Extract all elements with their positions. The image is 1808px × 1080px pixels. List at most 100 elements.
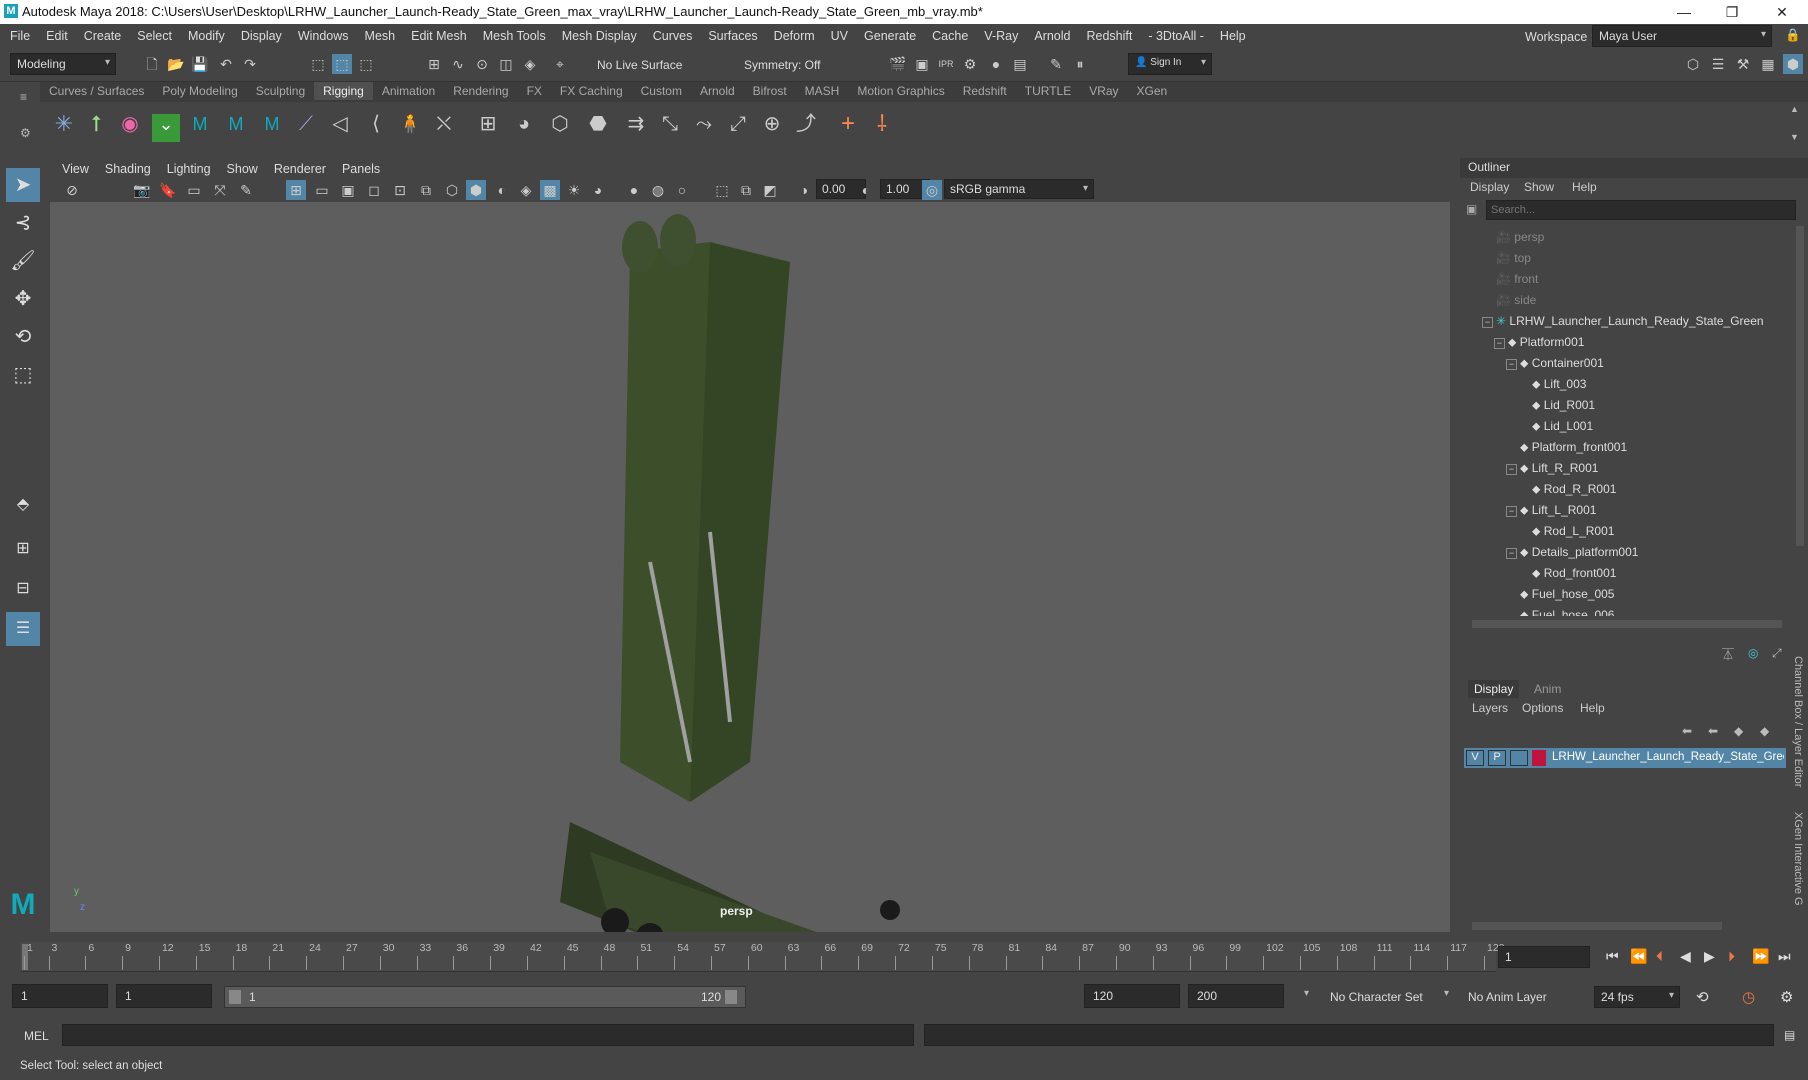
outliner-item-side[interactable]: 🎥 side bbox=[1496, 293, 1536, 314]
outliner-item-lift-r-r001[interactable]: ⬥ Lift_R_R001 bbox=[1520, 461, 1598, 482]
paint-select-icon[interactable]: 🖌 bbox=[6, 244, 40, 278]
humanik-icon[interactable]: ⟋ bbox=[292, 114, 320, 142]
snap-curve-icon[interactable]: ∿ bbox=[448, 54, 468, 74]
outliner-item-platform001[interactable]: ⬥ Platform001 bbox=[1508, 335, 1584, 356]
go-to-end-icon[interactable]: ⏭ bbox=[1778, 948, 1791, 965]
new-scene-icon[interactable]: 🗋 bbox=[142, 54, 162, 74]
viewport-menu-lighting[interactable]: Lighting bbox=[167, 162, 211, 176]
channel-box-icon-2[interactable]: ◎ bbox=[1748, 646, 1758, 660]
cluster-icon[interactable]: ⬡ bbox=[546, 114, 574, 142]
parent-constraint-icon[interactable]: ⇉ bbox=[622, 114, 650, 142]
isolate-select-icon[interactable]: ⬚ bbox=[712, 180, 732, 200]
rotate-tool-icon[interactable]: ⟲ bbox=[6, 320, 40, 354]
joint-tool-icon[interactable]: ✳ bbox=[50, 113, 78, 142]
new-layer-icon[interactable]: ◆ bbox=[1734, 724, 1743, 738]
viewport-menu-view[interactable]: View bbox=[62, 162, 89, 176]
outliner-item-platform-front001[interactable]: ⬥ Platform_front001 bbox=[1520, 440, 1627, 461]
shelf-tab-curves-surfaces[interactable]: Curves / Surfaces bbox=[40, 82, 153, 100]
layer-menu-options[interactable]: Options bbox=[1522, 701, 1563, 715]
layer-playback-toggle[interactable]: P bbox=[1488, 750, 1506, 766]
shadows-icon[interactable]: ◕ bbox=[588, 180, 608, 200]
maximize-button[interactable]: ❐ bbox=[1710, 0, 1754, 24]
current-frame-field[interactable]: 1 bbox=[1498, 946, 1590, 968]
collapse-toggle[interactable]: − bbox=[1482, 317, 1493, 328]
range-slider-bar[interactable]: 1 120 bbox=[224, 986, 746, 1008]
menu-uv[interactable]: UV bbox=[831, 29, 848, 43]
render-frame-icon[interactable]: ▣ bbox=[912, 54, 932, 74]
paint-weights-icon[interactable]: ◉ bbox=[116, 114, 144, 142]
layer-move-up-icon[interactable]: ⬅ bbox=[1682, 724, 1692, 738]
redshift-render-icon[interactable]: ✎ bbox=[1046, 54, 1066, 74]
lock-icon[interactable]: 🔒 bbox=[1785, 28, 1801, 43]
film-gate-icon[interactable]: ▭ bbox=[312, 180, 332, 200]
snap-view-icon[interactable]: ◫ bbox=[496, 54, 516, 74]
script-editor-icon[interactable]: ▤ bbox=[1784, 1028, 1795, 1042]
shelf-tab-bifrost[interactable]: Bifrost bbox=[744, 82, 796, 100]
outliner-item-top[interactable]: 🎥 top bbox=[1496, 251, 1531, 272]
layer-row[interactable]: V P LRHW_Launcher_Launch_Ready_State_Gre… bbox=[1464, 748, 1786, 768]
layer-move-down-icon[interactable]: ⬅ bbox=[1708, 724, 1718, 738]
range-slider-start-handle[interactable] bbox=[229, 990, 241, 1004]
menu-edit-mesh[interactable]: Edit Mesh bbox=[411, 29, 467, 43]
channel-box-icon-3[interactable]: ⤢ bbox=[1772, 646, 1782, 661]
save-scene-icon[interactable]: 💾 bbox=[190, 54, 210, 74]
tool-settings-icon[interactable]: ⚒ bbox=[1733, 54, 1753, 74]
xray-icon[interactable]: ▩ bbox=[540, 180, 560, 200]
viewport-menu-show[interactable]: Show bbox=[227, 162, 258, 176]
color-space-dropdown[interactable]: sRGB gamma bbox=[944, 179, 1094, 199]
wireframe-icon[interactable]: ⬡ bbox=[442, 180, 462, 200]
viewport-menu-panels[interactable]: Panels bbox=[342, 162, 380, 176]
xray-active-icon[interactable]: ◩ bbox=[760, 180, 780, 200]
wrap-icon[interactable]: ◕ bbox=[510, 114, 538, 142]
shelf-tab-fx-caching[interactable]: FX Caching bbox=[551, 82, 632, 100]
shelf-tab-arnold[interactable]: Arnold bbox=[691, 82, 744, 100]
shelf-tab-mash[interactable]: MASH bbox=[796, 82, 849, 100]
time-slider[interactable]: 1 3 6 9 12 15 18 21 24 27 30 33 36 39 42 45 48 51 54 57 60 63… bbox=[0, 940, 1808, 976]
shelf-tab-custom[interactable]: Custom bbox=[632, 82, 691, 100]
play-backward-icon[interactable]: ◀ bbox=[1680, 948, 1691, 965]
character-icon[interactable]: 🧍 bbox=[396, 114, 424, 142]
layer-color-swatch[interactable] bbox=[1532, 750, 1546, 766]
outliner-item-persp[interactable]: 🎥 persp bbox=[1496, 230, 1544, 251]
vray-render-icon[interactable]: ▤ bbox=[1010, 54, 1030, 74]
shelf-menu-icon[interactable]: ≡ bbox=[20, 90, 27, 104]
shelf-settings-icon[interactable]: ⚙ bbox=[20, 126, 31, 140]
redo-icon[interactable]: ↷ bbox=[240, 54, 260, 74]
layer-horizontal-scrollbar[interactable] bbox=[1472, 922, 1722, 930]
shelf-tab-rigging[interactable]: Rigging bbox=[314, 82, 373, 100]
select-object-icon[interactable]: ⬚ bbox=[332, 54, 352, 74]
render-view-icon[interactable]: 🎬 bbox=[888, 54, 908, 74]
resolution-gate-icon[interactable]: ▣ bbox=[338, 180, 358, 200]
outliner-menu-help[interactable]: Help bbox=[1572, 180, 1597, 194]
color-management-icon[interactable]: ◎ bbox=[922, 180, 942, 200]
point-constraint-icon[interactable]: ⤡ bbox=[656, 114, 684, 142]
outliner-item-rod-r-r001[interactable]: ⬥ Rod_R_R001 bbox=[1532, 482, 1616, 503]
motion-blur-icon[interactable]: ◍ bbox=[648, 180, 668, 200]
loop-icon[interactable]: ⟲ bbox=[1696, 988, 1709, 1006]
camera-attributes-icon[interactable]: 📷 bbox=[132, 180, 152, 200]
menu-3dtoall[interactable]: - 3DtoAll - bbox=[1148, 29, 1204, 43]
t-pose-icon[interactable]: ⛌ bbox=[430, 114, 458, 142]
menu-file[interactable]: File bbox=[10, 29, 30, 43]
select-component-icon[interactable]: ⬚ bbox=[356, 54, 376, 74]
menu-select[interactable]: Select bbox=[137, 29, 172, 43]
shelf-tab-redshift[interactable]: Redshift bbox=[954, 82, 1016, 100]
wireframe-on-shaded-icon[interactable]: ◐ bbox=[492, 180, 512, 200]
viewport-menu-shading[interactable]: Shading bbox=[105, 162, 151, 176]
outliner-item-rod-front001[interactable]: ⬥ Rod_front001 bbox=[1532, 566, 1616, 587]
playback-start-field[interactable]: 1 bbox=[116, 984, 212, 1008]
workspace-dropdown[interactable]: Maya User bbox=[1592, 25, 1772, 47]
xray-joints-icon[interactable]: ⧉ bbox=[736, 180, 756, 200]
layer-type-toggle[interactable] bbox=[1510, 750, 1528, 766]
collapse-toggle[interactable]: − bbox=[1506, 548, 1517, 559]
ambient-occlusion-icon[interactable]: ● bbox=[624, 180, 644, 200]
select-hierarchy-icon[interactable]: ⬚ bbox=[308, 54, 328, 74]
live-surface-label[interactable]: No Live Surface bbox=[597, 58, 682, 72]
outliner-menu-display[interactable]: Display bbox=[1470, 180, 1509, 194]
anim-layer-arrow-icon[interactable]: ▾ bbox=[1444, 988, 1449, 999]
pin-locator-icon[interactable]: ⸸ bbox=[868, 113, 896, 142]
safe-action-icon[interactable]: ⧉ bbox=[416, 180, 436, 200]
viewport-menu-renderer[interactable]: Renderer bbox=[274, 162, 326, 176]
shelf-tab-turtle[interactable]: TURTLE bbox=[1016, 82, 1080, 100]
orient-constraint-icon[interactable]: ⤳ bbox=[690, 114, 718, 142]
